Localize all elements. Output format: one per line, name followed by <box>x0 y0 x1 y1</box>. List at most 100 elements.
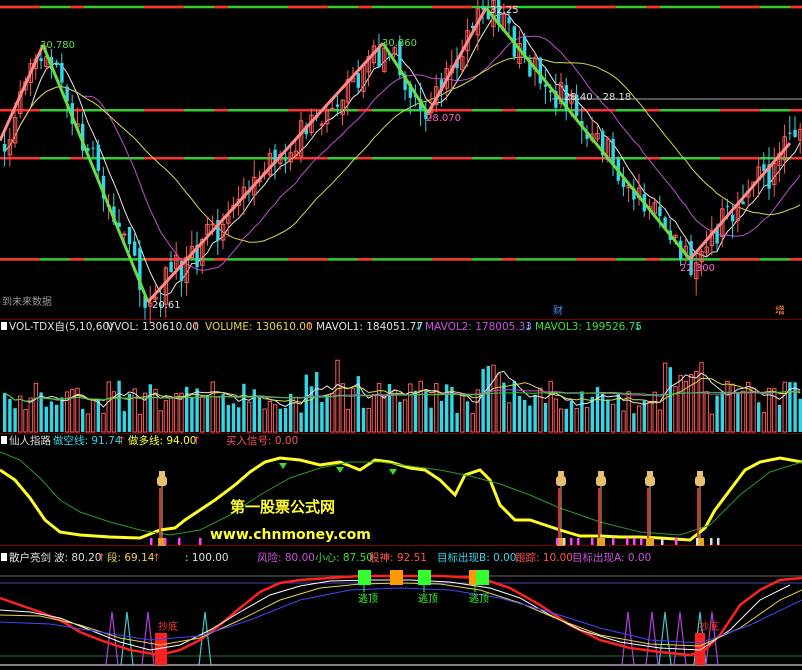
xrx-kong-arrow: ↑ <box>117 435 126 447</box>
lantern-icon <box>596 476 606 486</box>
signal-bar <box>626 538 629 545</box>
volume-bar <box>13 408 17 432</box>
vol-volume-arrow: ↑ <box>305 321 314 333</box>
trough3-label: 22.300 <box>680 263 715 274</box>
future-data-note: 到未来数据 <box>2 295 52 308</box>
candle-body <box>60 62 64 83</box>
signal-bar <box>164 538 167 545</box>
candle-body <box>788 132 792 134</box>
chaodi-bar <box>695 633 705 665</box>
ss-level: : 100.00 <box>185 552 229 564</box>
volume-bar <box>424 391 428 432</box>
candle-body <box>169 261 173 273</box>
volume-bar <box>39 392 43 432</box>
volume-bar <box>523 399 527 432</box>
escape-block <box>476 570 489 585</box>
panel-handle-icon[interactable] <box>1 436 7 444</box>
volume-bar <box>632 413 636 432</box>
vol-volume: VOLUME: 130610.00 <box>205 321 313 333</box>
volume-bar <box>231 403 236 432</box>
escape-label-1: 逃顶 <box>358 592 378 605</box>
volume-bar <box>580 391 584 432</box>
volume-bar <box>325 394 329 432</box>
lantern-cap <box>647 471 653 476</box>
candle-body <box>507 17 511 24</box>
vol-mavol1: MAVOL1: 184051.77 <box>316 321 423 333</box>
signal-bar <box>710 538 713 545</box>
ss-name: 散户亮剑 <box>9 551 51 564</box>
zeng-marker: 增 <box>775 304 785 317</box>
signal-bar <box>199 538 202 545</box>
volume-bar <box>668 367 672 432</box>
signal-bar <box>570 538 573 545</box>
volume-bar <box>81 408 85 432</box>
signal-bar <box>661 538 664 545</box>
volume-bar <box>642 400 646 432</box>
volume-bar <box>429 407 433 432</box>
volume-bar <box>486 365 490 432</box>
volume-bar <box>512 381 516 432</box>
volume-bar <box>736 392 740 432</box>
peak3-label: 32.25 <box>490 5 519 16</box>
volume-bar <box>278 408 282 432</box>
volume-header: VOL-TDX自(5,10,60) VVOL: 130610.00 ↑ VOLU… <box>1 320 642 333</box>
candle-body <box>793 129 797 137</box>
signal-bar <box>591 538 594 545</box>
escape-block <box>390 570 403 585</box>
peak2-label: 30.860 <box>382 38 417 49</box>
candle-body <box>538 57 542 84</box>
volume-bar <box>777 404 782 432</box>
signal-bar <box>563 538 566 545</box>
volume-bar <box>49 401 54 432</box>
watermark-line1: 第一股票公式网 <box>230 498 335 516</box>
volume-bar <box>8 399 12 432</box>
ss-target-a: 目标出现A: 0.00 <box>572 551 651 564</box>
xrx-header: 仙人指路 做空线: 91.74 ↑ 做多线: 94.00 ↑ 买入信号: 0.0… <box>1 434 298 447</box>
lantern-icon <box>157 476 167 486</box>
vol-vvol: VVOL: 130610.00 <box>107 321 199 333</box>
volume-bar <box>320 401 324 432</box>
volume-bar <box>122 411 126 432</box>
candle-body <box>658 206 662 217</box>
candle-body <box>91 147 95 149</box>
volume-bar <box>387 383 392 432</box>
candle-body <box>741 201 745 205</box>
ss-bo: 波: 80.20 <box>54 551 101 564</box>
candle-body <box>335 104 340 107</box>
vol-mavol2: MAVOL2: 178005.33 <box>425 321 532 333</box>
volume-bar <box>465 401 470 432</box>
lantern-cap <box>697 471 703 476</box>
volume-bar <box>455 412 459 432</box>
vol-mavol3-arrow: ↓ <box>633 321 642 333</box>
volume-bar <box>226 405 230 432</box>
candle-body <box>3 144 7 152</box>
candle-body <box>55 62 59 66</box>
trough1-label: 28.070 <box>426 113 461 124</box>
xrx-kong: 做空线: 91.74 <box>53 434 122 447</box>
volume-bar <box>606 399 610 432</box>
volume-bar <box>257 397 262 432</box>
volume-bar <box>237 407 241 432</box>
signal-bar <box>612 538 615 545</box>
range-label: 28.40 - 28.18 <box>564 92 631 103</box>
signal-bar <box>577 538 580 545</box>
signal-bar <box>717 538 720 545</box>
ss-fengxian: 风险: 80.00 <box>257 551 315 564</box>
candle-body <box>319 123 325 126</box>
candle-body <box>731 214 735 222</box>
vol-mavol1-arrow: ↓ <box>414 321 423 333</box>
xrx-duo-arrow: ↑ <box>192 435 201 447</box>
volume-bar <box>543 402 548 432</box>
panel-handle-icon[interactable] <box>1 553 7 561</box>
lantern-cap <box>598 471 604 476</box>
escape-block <box>358 570 371 585</box>
candle-body <box>725 206 730 208</box>
lantern-icon <box>556 476 566 486</box>
candle-body <box>210 223 215 226</box>
volume-bar <box>720 391 724 432</box>
volume-bar <box>148 384 152 432</box>
escape-label-2: 逃顶 <box>418 592 438 605</box>
candle-body <box>330 107 335 110</box>
panel-handle-icon[interactable] <box>1 322 7 330</box>
candle-body <box>283 159 288 161</box>
